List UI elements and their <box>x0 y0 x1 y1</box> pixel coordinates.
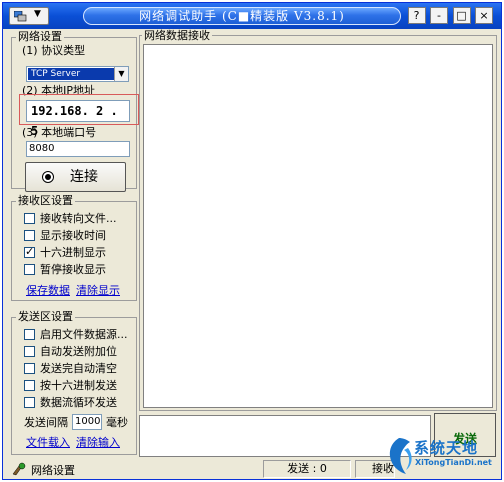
clear-input-link[interactable]: 清除输入 <box>76 436 120 449</box>
interval-unit-label: 毫秒 <box>106 416 128 429</box>
protocol-select[interactable]: TCP Server ▼ <box>26 66 129 82</box>
receive-settings-title: 接收区设置 <box>16 194 75 208</box>
window-controls: ? - □ × <box>407 7 493 25</box>
receive-area-group: 网络数据接收 <box>139 29 497 411</box>
checkbox-label: 暂停接收显示 <box>40 263 106 276</box>
app-window: ▼ 网络调试助手 (C■精装版 V3.8.1) ? - □ × 网络设置 (1)… <box>2 2 502 480</box>
receive-area-title: 网络数据接收 <box>142 29 212 43</box>
receive-textarea[interactable] <box>143 44 493 408</box>
chevron-down-icon: ▼ <box>34 9 41 19</box>
app-icon <box>14 11 27 22</box>
port-field[interactable]: 8080 <box>26 141 130 157</box>
file-load-link[interactable]: 文件载入 <box>26 436 70 449</box>
title-bar[interactable]: ▼ 网络调试助手 (C■精装版 V3.8.1) ? - □ × <box>3 3 501 29</box>
send-settings-title: 发送区设置 <box>16 310 75 324</box>
send-interval-field[interactable]: 1000 <box>72 414 102 430</box>
status-settings-icon <box>12 462 26 476</box>
checkbox-box[interactable] <box>24 329 35 340</box>
sent-counter: 发送 : 0 <box>263 460 351 478</box>
protocol-label: (1) 协议类型 <box>22 44 86 57</box>
checkbox-box[interactable] <box>24 264 35 275</box>
checkbox-box[interactable] <box>24 380 35 391</box>
checkbox-box[interactable] <box>24 397 35 408</box>
minimize-button[interactable]: - <box>430 7 448 24</box>
checkbox-label: 数据流循环发送 <box>40 396 117 409</box>
close-button[interactable]: × <box>475 7 493 24</box>
connect-status-icon <box>42 171 54 183</box>
watermark: 系统天地 XiTongTianDi.net <box>384 434 500 480</box>
save-data-link[interactable]: 保存数据 <box>26 284 70 297</box>
ip-address-field[interactable]: 192.168. 2 . 5 <box>26 100 130 138</box>
chevron-down-icon[interactable]: ▼ <box>114 67 128 81</box>
maximize-button[interactable]: □ <box>452 7 471 24</box>
send-interval-label: 发送间隔 <box>24 416 68 429</box>
watermark-logo-icon <box>389 438 412 474</box>
checkbox-label: 按十六进制发送 <box>40 379 117 392</box>
checkbox-label: 启用文件数据源... <box>40 328 128 341</box>
checkbox-box[interactable] <box>24 363 35 374</box>
checkbox-box[interactable] <box>24 346 35 357</box>
watermark-url: XiTongTianDi.net <box>415 458 492 467</box>
system-menu-button[interactable]: ▼ <box>9 7 49 25</box>
checkbox-label: 十六进制显示 <box>40 246 106 259</box>
receive-settings-group: 接收区设置 接收转向文件... 显示接收时间 十六进制显示 暂停接收显示 保存数… <box>11 194 137 301</box>
status-left-text: 网络设置 <box>31 464 75 477</box>
send-settings-group: 发送区设置 启用文件数据源... 自动发送附加位 发送完自动清空 按十六进制发送… <box>11 310 137 455</box>
checkbox-box-checked[interactable] <box>24 245 35 258</box>
help-button[interactable]: ? <box>407 7 426 24</box>
network-settings-group: 网络设置 (1) 协议类型 TCP Server ▼ (2) 本地IP地址 19… <box>11 30 139 192</box>
protocol-selected-value: TCP Server <box>28 68 115 80</box>
checkbox-label: 自动发送附加位 <box>40 345 117 358</box>
network-settings-title: 网络设置 <box>16 30 64 44</box>
checkbox-label: 显示接收时间 <box>40 229 106 242</box>
connect-button[interactable]: 连接 <box>25 162 126 192</box>
checkbox-label: 接收转向文件... <box>40 212 117 225</box>
port-label: (3) 本地端口号 <box>22 126 97 139</box>
checkbox-box[interactable] <box>24 213 35 224</box>
checkbox-box[interactable] <box>24 230 35 241</box>
watermark-text: 系统天地 <box>414 439 479 457</box>
clear-display-link[interactable]: 清除显示 <box>76 284 120 297</box>
connect-label: 连接 <box>70 169 98 185</box>
checkbox-label: 发送完自动清空 <box>40 362 117 375</box>
window-title: 网络调试助手 (C■精装版 V3.8.1) <box>83 7 401 25</box>
